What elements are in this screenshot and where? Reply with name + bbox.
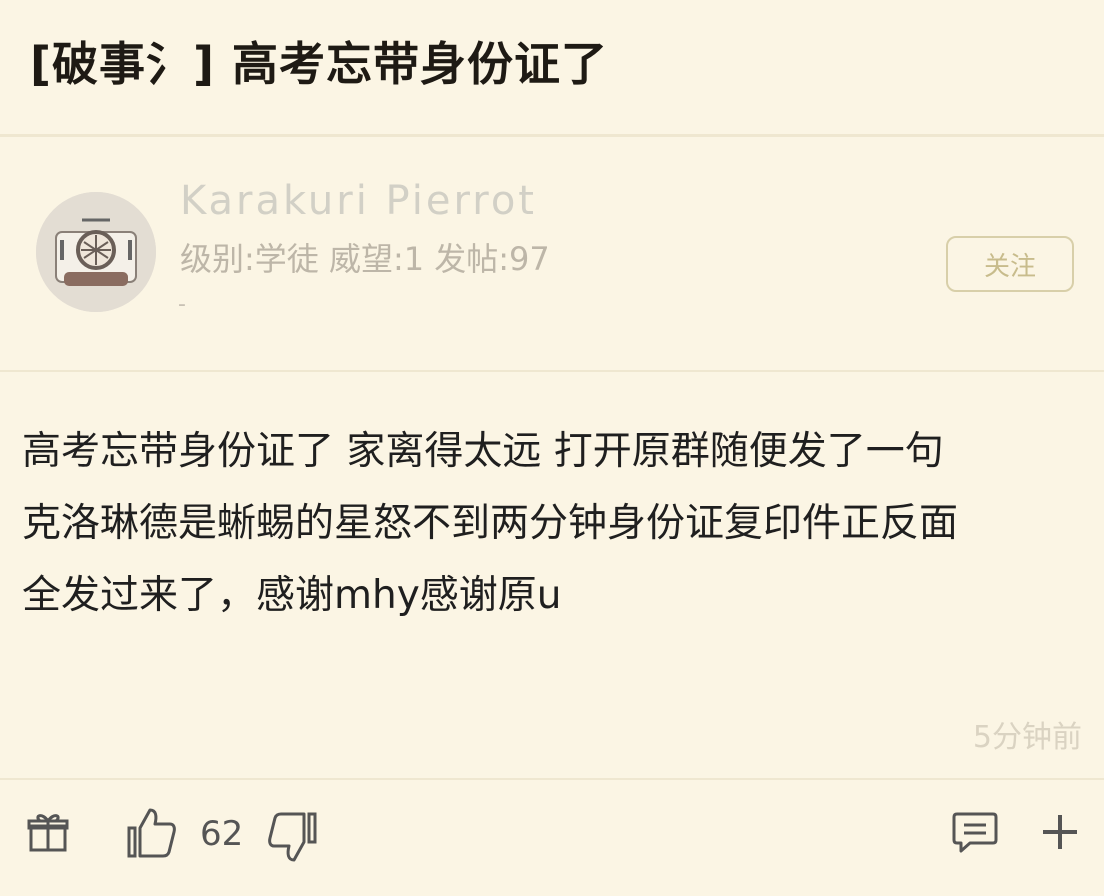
author-name[interactable]: Karakuri Pierrot <box>180 178 537 224</box>
post-body-line: 全发过来了，感谢mhy感谢原u <box>22 573 562 618</box>
like-count: 62 <box>200 814 244 854</box>
post-body-line: 高考忘带身份证了 家离得太远 打开原群随便发了一句 <box>22 429 944 474</box>
post-body: 高考忘带身份证了 家离得太远 打开原群随便发了一句 克洛琳德是蜥蜴的星怒不到两分… <box>22 416 1092 632</box>
post-title: [破事氵] 高考忘带身份证了 <box>30 37 609 91</box>
actions-divider <box>0 778 1104 780</box>
gift-icon[interactable] <box>26 810 70 854</box>
author-stats: 级别:学徒 威望:1 发帖:97 <box>180 240 550 278</box>
post-body-line: 克洛琳德是蜥蜴的星怒不到两分钟身份证复印件正反面 <box>22 501 959 546</box>
author-divider <box>0 370 1104 372</box>
comment-icon[interactable] <box>952 810 998 854</box>
avatar-image <box>36 192 156 312</box>
title-divider <box>0 134 1104 137</box>
follow-button[interactable]: 关注 <box>946 236 1074 292</box>
thumbs-up-icon[interactable] <box>126 806 178 860</box>
post-timestamp: 5分钟前 <box>972 720 1082 755</box>
thumbs-down-icon[interactable] <box>266 810 318 864</box>
avatar[interactable] <box>36 192 156 312</box>
plus-icon[interactable] <box>1040 812 1080 852</box>
author-signature: - <box>178 292 186 317</box>
